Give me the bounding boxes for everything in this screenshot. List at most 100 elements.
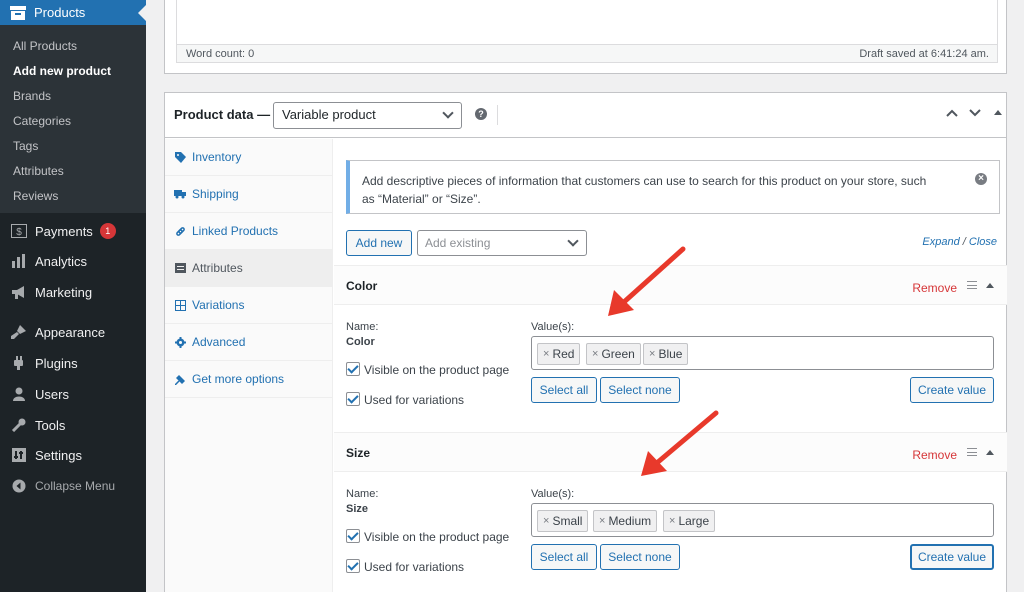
grid-icon (174, 299, 186, 311)
admin-sidebar: Products All Products Add new product Br… (0, 0, 146, 592)
used-for-variations-checkbox[interactable] (346, 559, 360, 573)
sidebar-item-label: Users (35, 386, 69, 402)
submenu-brands[interactable]: Brands (13, 89, 51, 103)
sidebar-item-payments[interactable]: $ Payments 1 (0, 216, 146, 246)
attribute-values-field[interactable]: × Small × Medium × Large (531, 503, 994, 537)
submenu-attributes[interactable]: Attributes (13, 164, 64, 178)
collapse-menu-button[interactable]: Collapse Menu (0, 471, 146, 501)
value-token[interactable]: × Large (663, 510, 716, 532)
add-existing-select[interactable]: Add existing (417, 230, 587, 256)
draft-saved-status: Draft saved at 6:41:24 am. (859, 47, 989, 60)
create-value-button[interactable]: Create value (910, 544, 994, 570)
remove-token-icon[interactable]: × (592, 348, 598, 360)
toggle-panel-icon[interactable] (994, 106, 1002, 121)
visible-on-page-checkbox[interactable] (346, 362, 360, 376)
value-token[interactable]: × Small (537, 510, 589, 532)
megaphone-icon (10, 283, 28, 301)
list-icon (174, 262, 186, 274)
add-new-attribute-button[interactable]: Add new (346, 230, 412, 256)
chevron-down-icon (567, 235, 579, 247)
truck-icon (174, 188, 186, 200)
value-token[interactable]: × Medium (593, 510, 658, 532)
header-divider (497, 105, 498, 125)
collapse-caret-icon[interactable] (986, 450, 994, 455)
sidebar-item-marketing[interactable]: Marketing (0, 277, 146, 307)
tab-label: Inventory (192, 150, 242, 164)
select-all-button[interactable]: Select all (531, 377, 597, 403)
submenu-all-products[interactable]: All Products (13, 39, 77, 53)
remove-token-icon[interactable]: × (543, 515, 549, 527)
select-none-button[interactable]: Select none (600, 544, 680, 570)
visible-on-page-label: Visible on the product page (364, 363, 510, 377)
sidebar-item-label: Tools (35, 417, 66, 433)
select-none-button[interactable]: Select none (600, 377, 680, 403)
value-token[interactable]: × Red (537, 343, 581, 365)
expand-link[interactable]: Expand (922, 236, 959, 248)
remove-token-icon[interactable]: × (599, 515, 605, 527)
close-link[interactable]: Close (969, 236, 997, 248)
collapse-caret-icon[interactable] (986, 283, 994, 288)
tag-icon (174, 151, 186, 163)
create-value-button[interactable]: Create value (910, 377, 994, 403)
tab-attributes[interactable]: Attributes (165, 250, 333, 287)
token-label: Green (601, 347, 635, 361)
sidebar-item-analytics[interactable]: Analytics (0, 246, 146, 276)
value-token[interactable]: × Green (586, 343, 641, 365)
select-all-button[interactable]: Select all (531, 544, 597, 570)
sidebar-item-products[interactable]: Products (0, 0, 146, 25)
remove-attribute-link[interactable]: Remove (912, 448, 957, 462)
sidebar-item-users[interactable]: Users (0, 379, 146, 409)
collapse-icon (10, 477, 28, 495)
remove-token-icon[interactable]: × (649, 348, 655, 360)
tab-advanced[interactable]: Advanced (165, 324, 333, 361)
tab-variations[interactable]: Variations (165, 287, 333, 324)
visible-on-page-checkbox[interactable] (346, 529, 360, 543)
value-token[interactable]: × Blue (643, 343, 689, 365)
sidebar-item-tools[interactable]: Tools (0, 410, 146, 440)
tab-linked-products[interactable]: Linked Products (165, 213, 333, 250)
remove-token-icon[interactable]: × (543, 348, 549, 360)
tab-label: Shipping (192, 187, 239, 201)
remove-attribute-link[interactable]: Remove (912, 281, 957, 295)
move-up-icon[interactable] (946, 106, 958, 121)
attributes-panel: Add descriptive pieces of information th… (334, 139, 1007, 592)
analytics-icon (10, 252, 28, 270)
dismiss-icon[interactable]: × (975, 173, 987, 185)
sidebar-item-plugins[interactable]: Plugins (0, 348, 146, 378)
attribute-header-color[interactable]: Color Remove (334, 265, 1007, 305)
submenu-tags[interactable]: Tags (13, 139, 38, 153)
tab-inventory[interactable]: Inventory (165, 139, 333, 176)
products-submenu: All Products Add new product Brands Cate… (0, 25, 146, 213)
editor-statusbar: Word count: 0 Draft saved at 6:41:24 am. (177, 44, 997, 62)
product-type-value: Variable product (282, 107, 376, 122)
values-label: Value(s): (531, 488, 575, 500)
sidebar-item-settings[interactable]: Settings (0, 440, 146, 470)
users-icon (10, 385, 28, 403)
help-icon[interactable]: ? (475, 108, 487, 120)
token-label: Red (552, 347, 575, 361)
used-for-variations-label: Used for variations (364, 393, 465, 407)
submenu-categories[interactable]: Categories (13, 114, 71, 128)
drag-handle-icon[interactable] (967, 448, 977, 456)
attribute-title: Size (346, 446, 371, 460)
used-for-variations-checkbox[interactable] (346, 392, 360, 406)
move-down-icon[interactable] (969, 106, 981, 121)
remove-token-icon[interactable]: × (669, 515, 675, 527)
sidebar-item-appearance[interactable]: Appearance (0, 317, 146, 347)
tab-get-more-options[interactable]: Get more options (165, 361, 333, 398)
tab-shipping[interactable]: Shipping (165, 176, 333, 213)
visible-on-page-label: Visible on the product page (364, 530, 510, 544)
attribute-values-field[interactable]: × Red × Green × Blue (531, 336, 994, 370)
sidebar-item-label: Marketing (35, 284, 93, 300)
submenu-reviews[interactable]: Reviews (13, 189, 58, 203)
collapse-menu-label: Collapse Menu (35, 479, 116, 493)
attribute-header-size[interactable]: Size Remove (334, 432, 1007, 472)
submenu-add-new-product[interactable]: Add new product (13, 64, 111, 78)
payments-icon: $ (10, 222, 28, 240)
content-editor[interactable]: Word count: 0 Draft saved at 6:41:24 am. (176, 0, 998, 63)
attribute-name-value: Size (346, 503, 369, 515)
expand-close-separator: / (962, 236, 966, 248)
content-editor-box: Word count: 0 Draft saved at 6:41:24 am. (164, 0, 1007, 74)
product-type-select[interactable]: Variable product (273, 102, 462, 129)
drag-handle-icon[interactable] (967, 281, 977, 289)
